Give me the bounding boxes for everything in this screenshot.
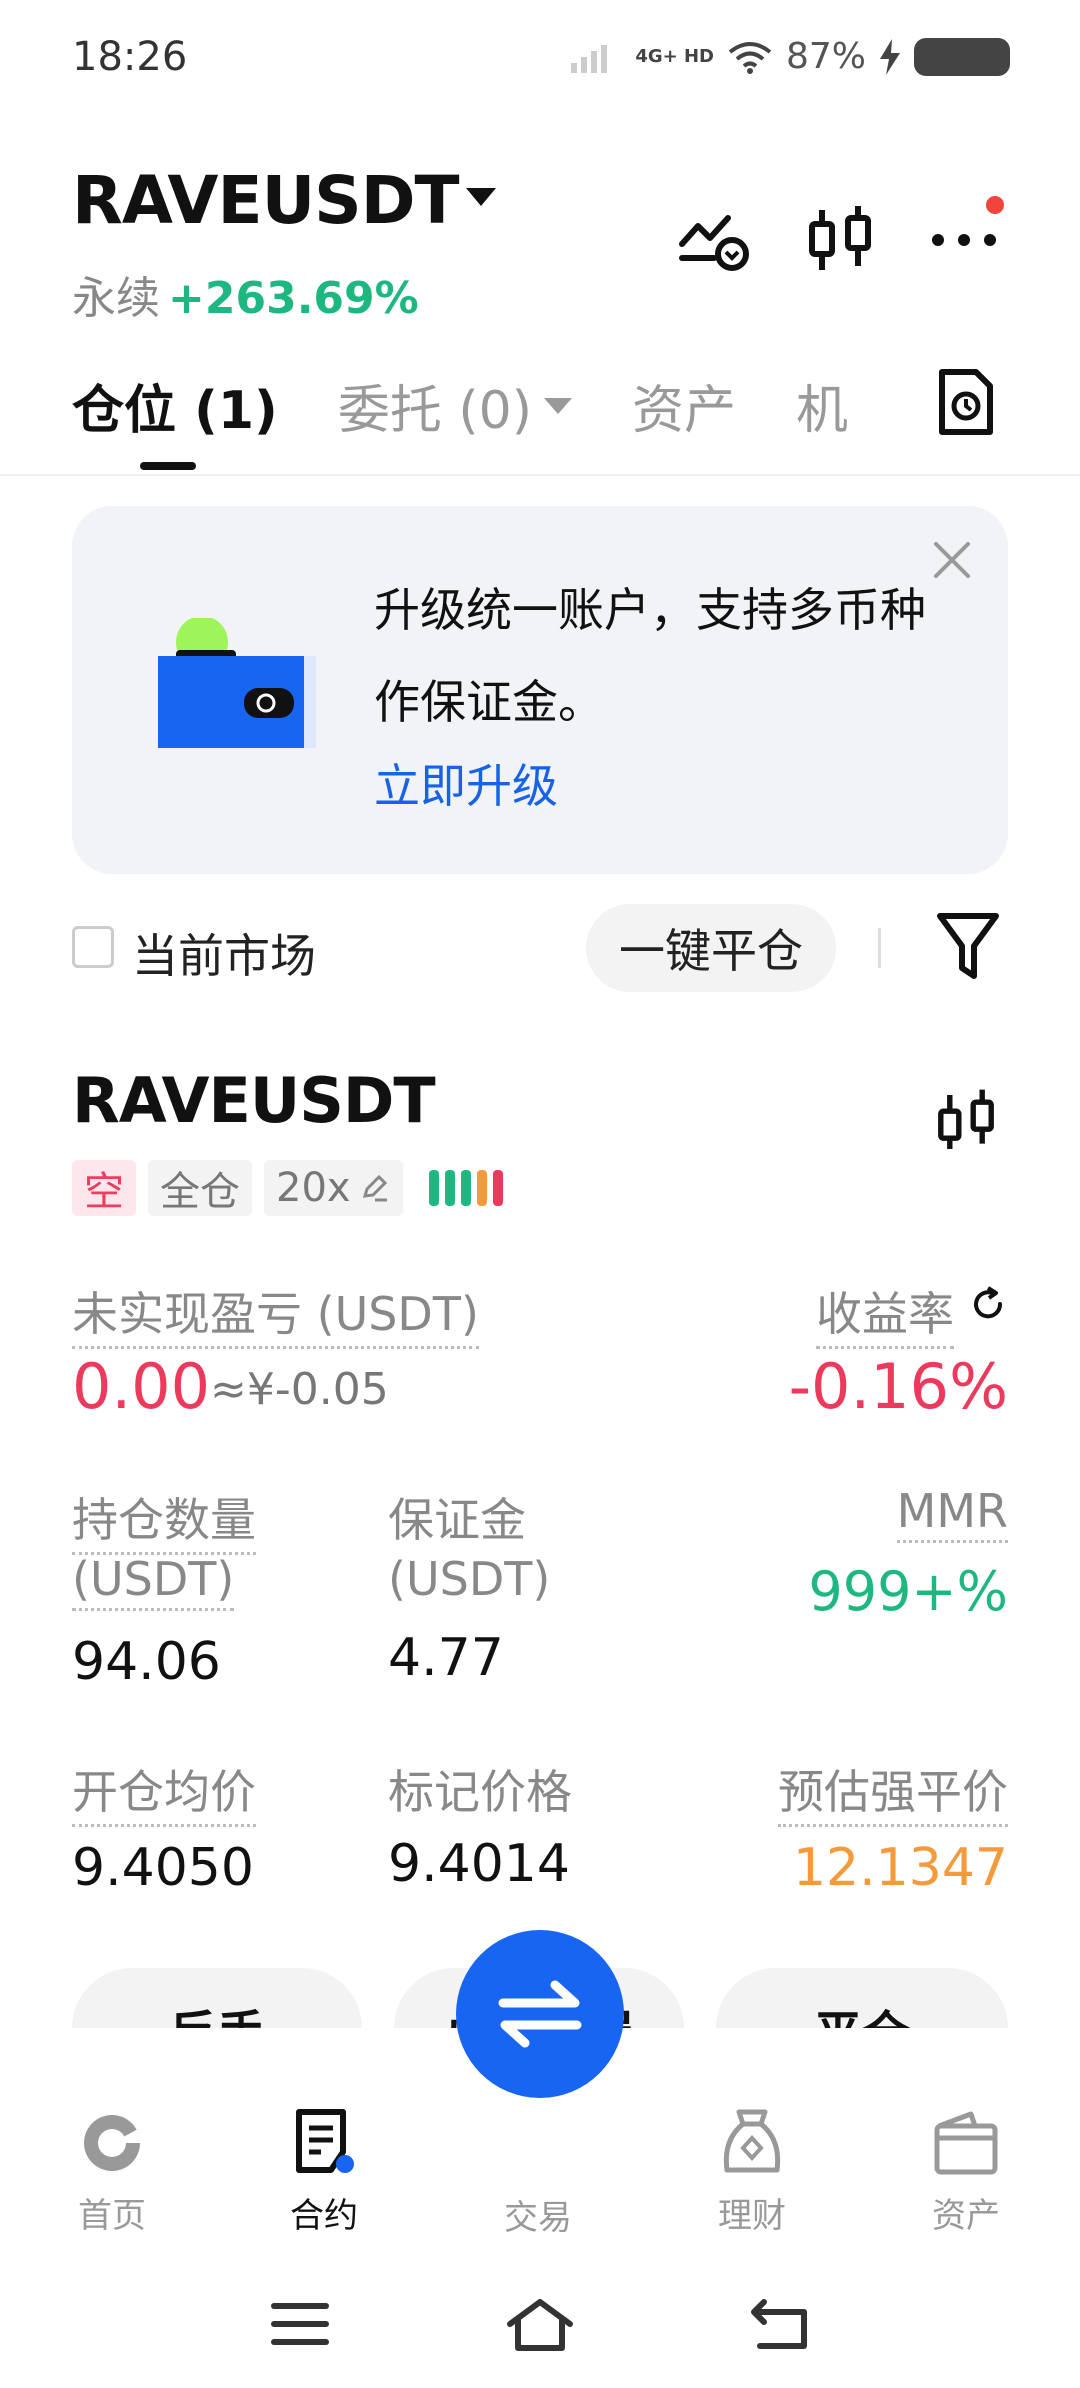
nav-trade-label: 交易 (504, 2198, 572, 2238)
edit-icon (362, 1174, 387, 1202)
liq-price-label[interactable]: 预估强平价 (778, 1756, 1008, 1827)
wifi-icon (728, 41, 772, 74)
tabs-divider (0, 474, 1080, 476)
wallet-illustration-icon (158, 618, 316, 748)
tab-assets[interactable]: 资产 (632, 368, 736, 443)
trade-signal-icon[interactable] (676, 200, 756, 280)
close-all-button[interactable]: 一键平仓 (586, 904, 836, 992)
earn-icon (723, 2109, 781, 2173)
price-change: +263.69% (168, 273, 419, 324)
nav-home[interactable]: 首页 (32, 2108, 192, 2237)
nav-earn-label: 理财 (718, 2196, 786, 2236)
risk-bar (428, 1170, 439, 1206)
nav-assets-label: 资产 (932, 2196, 1000, 2236)
position-symbol[interactable]: RAVEUSDT (72, 1064, 436, 1137)
filter-icon[interactable] (936, 910, 1000, 982)
symbol-subtitle: 永续 +263.69% (72, 262, 419, 326)
position-tags: 空 全仓 20x (72, 1160, 503, 1216)
nav-contract[interactable]: 合约 (244, 2108, 404, 2237)
active-tab-indicator (140, 462, 196, 470)
unrealized-pnl-value: 0.00 (72, 1350, 211, 1423)
network-label: 4G+ HD (635, 46, 714, 67)
ror-label[interactable]: 收益率 (816, 1278, 954, 1349)
back-icon[interactable] (748, 2296, 812, 2352)
upgrade-now-link[interactable]: 立即升级 (374, 750, 558, 816)
trade-icon (498, 1980, 582, 2048)
battery-percent: 87% (785, 36, 866, 77)
risk-bar (492, 1170, 503, 1206)
size-unit-label[interactable]: (USDT) (72, 1552, 235, 1611)
leverage-value: 20x (276, 1165, 351, 1211)
home-icon (84, 2115, 140, 2171)
contract-icon (296, 2109, 354, 2173)
risk-level-bars (428, 1170, 503, 1206)
tab-positions[interactable]: 仓位 (1) (72, 368, 278, 443)
symbol-dropdown-icon[interactable] (466, 188, 496, 206)
ror-value: -0.16% (788, 1350, 1008, 1423)
mmr-label[interactable]: MMR (896, 1484, 1008, 1543)
mark-price-label: 标记价格 (388, 1765, 572, 1819)
refresh-icon[interactable] (968, 1284, 1008, 1324)
home-nav-icon[interactable] (504, 2296, 576, 2352)
symbol-title[interactable]: RAVEUSDT (72, 162, 460, 239)
nav-assets[interactable]: 资产 (886, 2108, 1046, 2237)
risk-bar (476, 1170, 487, 1206)
close-icon[interactable] (932, 540, 972, 580)
chevron-down-icon (544, 397, 573, 414)
leverage-tag[interactable]: 20x (264, 1160, 403, 1216)
size-value: 94.06 (72, 1632, 221, 1692)
size-label[interactable]: 持仓数量 (72, 1484, 256, 1555)
status-icons: 4G+ HD 87% (571, 36, 1010, 77)
tab-orders[interactable]: 委托 (0) (337, 368, 573, 443)
margin-value: 4.77 (388, 1628, 504, 1688)
divider (878, 928, 881, 968)
nav-home-label: 首页 (78, 2196, 146, 2236)
candlestick-chart-icon[interactable] (800, 200, 880, 280)
menu-icon[interactable] (268, 2296, 332, 2352)
nav-contract-label: 合约 (290, 2196, 358, 2236)
candlestick-chart-icon[interactable] (930, 1086, 1002, 1158)
nav-trade[interactable]: 交易 (458, 2190, 618, 2239)
margin-unit-label: (USDT) (388, 1552, 551, 1606)
tab-bots[interactable]: 机 (796, 368, 848, 443)
banner-message: 升级统一账户，支持多币种作保证金。 (374, 583, 926, 729)
mmr-value: 999+% (808, 1560, 1008, 1623)
wallet-icon (934, 2111, 998, 2175)
risk-bar (444, 1170, 455, 1206)
unrealized-pnl-cny: ≈¥-0.05 (210, 1364, 389, 1415)
position-tabs: 仓位 (1) 委托 (0) 资产 机 (72, 368, 848, 443)
side-tag: 空 (72, 1160, 136, 1216)
current-market-label[interactable]: 当前市场 (132, 920, 316, 986)
nav-earn[interactable]: 理财 (672, 2108, 832, 2237)
tab-orders-label: 委托 (0) (337, 381, 533, 441)
unrealized-pnl-label[interactable]: 未实现盈亏 (USDT) (72, 1278, 479, 1349)
history-icon[interactable] (936, 368, 996, 436)
margin-label: 保证金 (388, 1493, 526, 1547)
status-time: 18:26 (72, 34, 188, 80)
mark-price-value: 9.4014 (388, 1834, 570, 1894)
battery-icon (914, 37, 1010, 76)
notification-dot (986, 196, 1004, 214)
charging-icon (880, 38, 900, 75)
signal-icon (571, 44, 608, 73)
contract-type: 永续 (72, 273, 160, 324)
trade-fab-button[interactable] (456, 1930, 624, 2098)
liq-price-value: 12.1347 (792, 1838, 1008, 1898)
entry-price-value: 9.4050 (72, 1838, 254, 1898)
entry-price-label[interactable]: 开仓均价 (72, 1756, 256, 1827)
margin-mode-tag[interactable]: 全仓 (148, 1160, 252, 1216)
current-market-checkbox[interactable] (72, 926, 114, 968)
risk-bar (460, 1170, 471, 1206)
